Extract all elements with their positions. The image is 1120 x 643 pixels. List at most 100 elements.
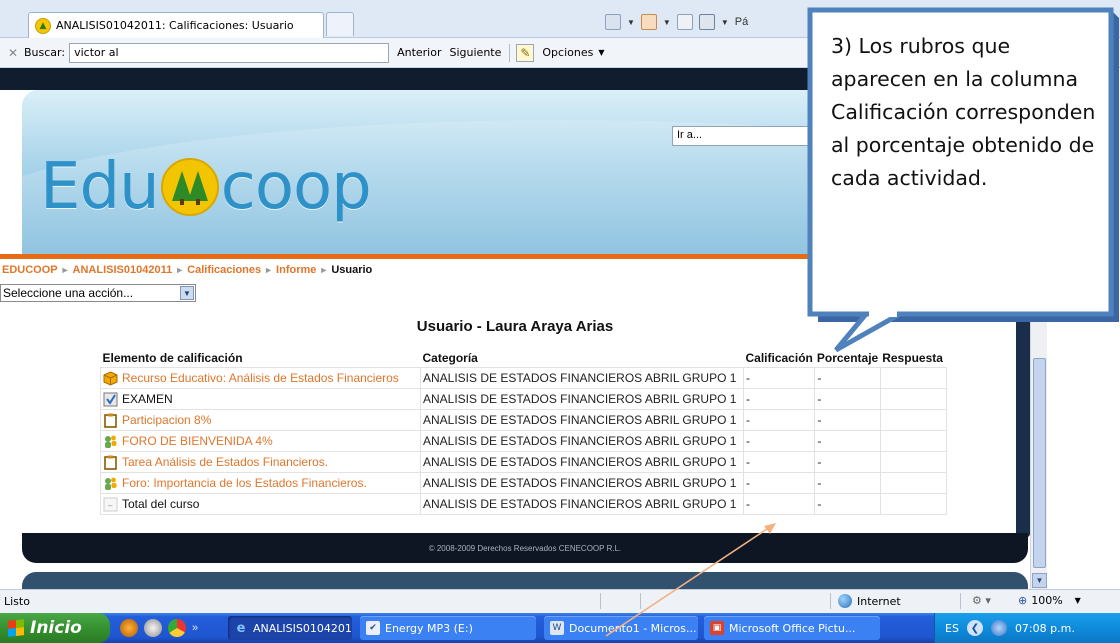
feeds-icon[interactable] [640, 14, 657, 30]
category-cell: ANALISIS DE ESTADOS FINANCIEROS ABRIL GR… [420, 493, 744, 515]
percent-cell: - [814, 493, 881, 515]
chevron-down-icon[interactable]: ▼ [721, 18, 729, 27]
print-icon[interactable] [698, 14, 715, 30]
grade-cell: - [742, 430, 816, 452]
grade-item-label: EXAMEN [122, 392, 173, 406]
grade-cell: - [742, 493, 816, 515]
quick-launch: » [120, 619, 198, 637]
category-cell: ANALISIS DE ESTADOS FINANCIEROS ABRIL GR… [420, 409, 744, 431]
logo-text-left: Edu [40, 150, 160, 224]
scroll-down-icon[interactable]: ▼ [1032, 573, 1047, 588]
feedback-cell [879, 388, 947, 410]
network-icon[interactable] [990, 620, 1007, 636]
divider [600, 593, 601, 609]
table-row: Foro: Importancia de los Estados Financi… [100, 472, 947, 494]
drive-icon: ✔ [366, 621, 380, 635]
grade-item-cell: Participacion 8% [100, 409, 421, 431]
scrollbar-thumb[interactable] [1033, 358, 1046, 568]
grade-item-cell: Tarea Análisis de Estados Financieros. [100, 451, 421, 473]
collapse-tray-icon[interactable]: ❮ [966, 620, 983, 636]
status-bar: Listo Internet ⚙ ▾ ⊕ 100% ▼ [0, 589, 1120, 613]
task-explorer[interactable]: ✔ Energy MP3 (E:) [360, 616, 536, 640]
breadcrumb-home-link[interactable]: EDUCOOP [2, 264, 58, 276]
feedback-cell [879, 430, 947, 452]
chrome-icon[interactable] [168, 619, 186, 637]
home-icon[interactable] [605, 14, 621, 30]
total-icon: – [103, 497, 118, 512]
percent-cell: - [814, 388, 881, 410]
callout-annotation: 3) Los rubros que aparecen en la columna… [809, 10, 1119, 316]
breadcrumb-arrow-icon: ► [175, 265, 185, 275]
tree-logo-icon [160, 158, 219, 216]
grade-item-cell: EXAMEN [100, 388, 421, 410]
picture-icon: ▣ [710, 621, 724, 635]
grade-item-label: Total del curso [122, 497, 200, 511]
chevron-down-icon[interactable]: ▼ [627, 18, 635, 27]
percent-cell: - [814, 451, 881, 473]
status-text: Listo [4, 595, 30, 608]
highlight-icon[interactable]: ✎ [516, 43, 535, 62]
security-zone[interactable]: Internet [838, 594, 901, 608]
quiz-icon [103, 392, 118, 407]
find-next-button[interactable]: Siguiente [450, 46, 502, 59]
media-player-icon[interactable] [120, 619, 138, 637]
task-browser[interactable]: e ANALISIS01042011: ... [228, 616, 352, 640]
chevron-down-icon[interactable]: ▼ [180, 286, 194, 300]
breadcrumb-report-link[interactable]: Informe [276, 264, 316, 276]
close-icon[interactable]: ✕ [8, 46, 20, 60]
breadcrumb-course-link[interactable]: ANALISIS01042011 [73, 264, 173, 276]
chevron-down-icon[interactable]: ▼ [663, 18, 671, 27]
action-select[interactable]: Seleccione una acción... ▼ [0, 284, 196, 302]
feedback-cell [879, 409, 947, 431]
task-word[interactable]: W Documento1 - Micros... [544, 616, 698, 640]
category-cell: ANALISIS DE ESTADOS FINANCIEROS ABRIL GR… [420, 472, 744, 494]
percent-cell: - [814, 472, 881, 494]
grade-item-link[interactable]: FORO DE BIENVENIDA 4% [122, 434, 273, 448]
task-picture-manager[interactable]: ▣ Microsoft Office Pictu... [704, 616, 880, 640]
page-side-bar [1016, 303, 1030, 537]
divider [830, 593, 831, 609]
callout-text: 3) Los rubros que aparecen en la columna… [831, 34, 1096, 190]
percent-cell: - [814, 430, 881, 452]
grade-cell: - [742, 367, 816, 389]
grade-item-link[interactable]: Foro: Importancia de los Estados Financi… [122, 476, 367, 490]
chevron-down-icon[interactable]: ▼ [598, 48, 604, 57]
assignment-icon [103, 455, 118, 470]
command-bar: ▼ ▼ ▼ Pá [605, 12, 748, 32]
breadcrumb-arrow-icon: ► [319, 265, 329, 275]
grade-item-link[interactable]: Tarea Análisis de Estados Financieros. [122, 455, 328, 469]
category-cell: ANALISIS DE ESTADOS FINANCIEROS ABRIL GR… [420, 367, 744, 389]
table-row: FORO DE BIENVENIDA 4% ANALISIS DE ESTADOS… [100, 430, 947, 452]
find-options-button[interactable]: Opciones [542, 46, 593, 59]
messenger-icon[interactable] [144, 619, 162, 637]
start-label: Inicio [30, 618, 82, 638]
breadcrumb: EDUCOOP ► ANALISIS01042011 ► Calificacio… [2, 264, 372, 276]
site-logo[interactable]: Edu coop [40, 150, 372, 224]
mail-icon[interactable] [676, 14, 693, 30]
tab-active[interactable]: ▲ ANALISIS01042011: Calificaciones: Usua… [28, 12, 324, 38]
clock[interactable]: 07:08 p.m. [1015, 622, 1075, 635]
new-tab-button[interactable] [326, 12, 354, 36]
grade-item-link[interactable]: Participacion 8% [122, 413, 211, 427]
forum-icon [103, 476, 118, 491]
breadcrumb-arrow-icon: ► [60, 265, 70, 275]
page-menu[interactable]: Pá [735, 16, 748, 28]
assignment-icon [103, 413, 118, 428]
column-header-category: Categoría [422, 351, 478, 365]
grade-item-cell: Recurso Educativo: Análisis de Estados F… [100, 367, 421, 389]
breadcrumb-grades-link[interactable]: Calificaciones [187, 264, 261, 276]
package-icon [103, 370, 118, 386]
chevron-down-icon[interactable]: ▼ [1075, 596, 1081, 605]
zoom-control[interactable]: ⊕ 100% ▼ [1018, 594, 1081, 607]
category-cell: ANALISIS DE ESTADOS FINANCIEROS ABRIL GR… [420, 388, 744, 410]
grade-item-link[interactable]: Recurso Educativo: Análisis de Estados F… [122, 371, 399, 385]
more-icon[interactable]: » [192, 622, 198, 634]
protected-mode-icon[interactable]: ⚙ ▾ [972, 594, 991, 607]
find-previous-button[interactable]: Anterior [397, 46, 441, 59]
language-indicator[interactable]: ES [945, 622, 959, 635]
find-input[interactable] [69, 42, 390, 63]
logo-text-right: coop [220, 150, 372, 224]
start-button[interactable]: Inicio [0, 613, 110, 643]
grade-cell: - [742, 472, 816, 494]
tab-title: ANALISIS01042011: Calificaciones: Usuari… [56, 19, 294, 32]
